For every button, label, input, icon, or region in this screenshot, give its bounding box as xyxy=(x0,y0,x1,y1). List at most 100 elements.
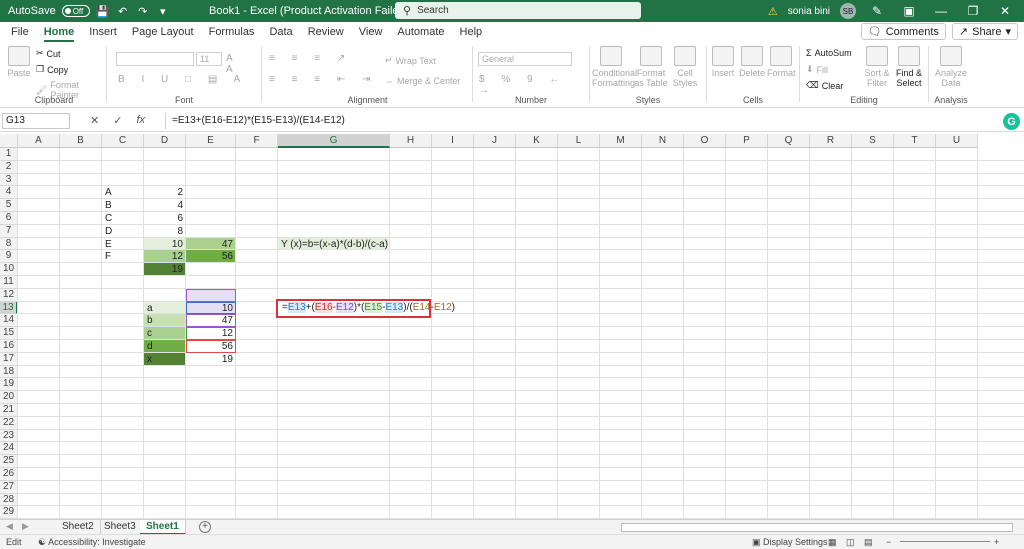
number-format-select[interactable]: General xyxy=(478,52,572,66)
row-header-2[interactable]: 2 xyxy=(0,160,18,174)
sort-filter-button[interactable]: Sort & Filter xyxy=(864,46,890,88)
cell-d14[interactable]: b xyxy=(144,314,186,327)
column-header-q[interactable]: Q xyxy=(768,134,810,148)
row-header-7[interactable]: 7 xyxy=(0,224,18,238)
clear-button[interactable]: ⌫ Clear xyxy=(806,80,843,91)
cell-d10[interactable]: 19 xyxy=(144,263,186,276)
row-header-22[interactable]: 22 xyxy=(0,416,18,430)
column-header-r[interactable]: R xyxy=(810,134,852,148)
column-header-t[interactable]: T xyxy=(894,134,936,148)
tab-review[interactable]: Review xyxy=(308,22,344,42)
cell-c9[interactable]: F xyxy=(102,250,144,263)
avatar[interactable]: SB xyxy=(840,3,856,19)
tab-automate[interactable]: Automate xyxy=(397,22,444,42)
select-all-corner[interactable] xyxy=(0,134,18,148)
accessibility-status[interactable]: ☯ Accessibility: Investigate xyxy=(38,537,146,548)
column-header-g[interactable]: G xyxy=(278,134,390,148)
column-header-p[interactable]: P xyxy=(726,134,768,148)
row-header-24[interactable]: 24 xyxy=(0,442,18,456)
row-header-9[interactable]: 9 xyxy=(0,250,18,264)
page-break-view-icon[interactable]: ▤ xyxy=(864,537,873,548)
align-left-icon[interactable]: ≡ ≡ ≡ ⇤ ⇥ xyxy=(269,74,377,85)
cell-e17[interactable]: 19 xyxy=(186,353,236,366)
font-size-select[interactable]: 11 xyxy=(196,52,222,66)
wrap-text-button[interactable]: ↵ Wrap Text xyxy=(385,55,436,66)
row-header-5[interactable]: 5 xyxy=(0,199,18,212)
column-header-o[interactable]: O xyxy=(684,134,726,148)
row-header-3[interactable]: 3 xyxy=(0,173,18,187)
currency-percent-icon[interactable]: $ % 9 ← → xyxy=(479,74,587,96)
row-header-18[interactable]: 18 xyxy=(0,365,18,379)
autosum-button[interactable]: Σ AutoSum xyxy=(806,48,852,58)
tab-formulas[interactable]: Formulas xyxy=(209,22,255,42)
cell-d4[interactable]: 2 xyxy=(144,186,186,199)
column-header-h[interactable]: H xyxy=(390,134,432,148)
tab-file[interactable]: File xyxy=(11,22,29,42)
row-header-1[interactable]: 1 xyxy=(0,148,18,161)
cell-styles-button[interactable]: Cell Styles xyxy=(670,46,700,88)
row-header-13[interactable]: 13 xyxy=(0,301,18,315)
fill-button[interactable]: ⬇ Fill xyxy=(806,64,828,75)
conditional-formatting-button[interactable]: Conditional Formatting xyxy=(592,46,637,88)
cell-c8[interactable]: E xyxy=(102,238,144,251)
row-header-17[interactable]: 17 xyxy=(0,352,18,366)
redo-icon[interactable]: ↷ xyxy=(136,4,150,18)
column-header-i[interactable]: I xyxy=(432,134,474,148)
column-header-u[interactable]: U xyxy=(936,134,978,148)
cell-d7[interactable]: 8 xyxy=(144,225,186,238)
ribbon-display-icon[interactable]: ▣ xyxy=(898,4,920,18)
prev-sheet-icon[interactable]: ◀ xyxy=(6,521,13,532)
tab-page-layout[interactable]: Page Layout xyxy=(132,22,194,42)
row-header-29[interactable]: 29 xyxy=(0,506,18,519)
cell-d6[interactable]: 6 xyxy=(144,212,186,225)
cell-g8[interactable]: Y (x)=b=(x-a)*(d-b)/(c-a) xyxy=(278,238,390,251)
cut-button[interactable]: ✂ Cut xyxy=(36,48,61,59)
enter-icon[interactable]: ✓ xyxy=(113,114,122,127)
insert-cells-button[interactable]: Insert xyxy=(709,46,737,78)
close-icon[interactable]: ✕ xyxy=(994,4,1016,18)
add-sheet-icon[interactable]: + xyxy=(199,521,211,533)
merge-center-button[interactable]: ⇔ Merge & Center xyxy=(385,76,461,86)
sheet-tab-sheet3[interactable]: Sheet3 xyxy=(98,520,143,535)
normal-view-icon[interactable]: ▦ xyxy=(828,537,837,548)
delete-cells-button[interactable]: Delete xyxy=(738,46,766,78)
row-header-15[interactable]: 15 xyxy=(0,327,18,340)
cell-d9[interactable]: 12 xyxy=(144,250,186,263)
column-header-k[interactable]: K xyxy=(516,134,558,148)
format-as-table-button[interactable]: Format as Table xyxy=(632,46,670,88)
comments-button[interactable]: 🗨 Comments xyxy=(860,23,946,40)
undo-icon[interactable]: ↶ xyxy=(116,4,130,18)
horizontal-scrollbar[interactable] xyxy=(621,523,1013,532)
customize-qat-icon[interactable]: ▾ xyxy=(156,4,170,18)
cell-d8[interactable]: 10 xyxy=(144,238,186,251)
warning-icon[interactable]: ⚠ xyxy=(768,5,778,18)
tab-view[interactable]: View xyxy=(359,22,383,42)
cell-d16[interactable]: d xyxy=(144,340,186,353)
cell-e9[interactable]: 56 xyxy=(186,250,236,263)
find-select-button[interactable]: Find & Select xyxy=(894,46,924,88)
row-header-4[interactable]: 4 xyxy=(0,186,18,200)
row-header-19[interactable]: 19 xyxy=(0,378,18,392)
tab-help[interactable]: Help xyxy=(460,22,483,42)
format-cells-button[interactable]: Format xyxy=(767,46,796,78)
grammarly-icon[interactable]: G xyxy=(1003,113,1020,130)
zoom-slider[interactable] xyxy=(900,541,990,542)
column-header-m[interactable]: M xyxy=(600,134,642,148)
column-header-c[interactable]: C xyxy=(102,134,144,148)
bold-italic-underline-icon[interactable]: B I U □ ▤ A xyxy=(118,74,247,85)
column-header-e[interactable]: E xyxy=(186,134,236,148)
zoom-in-icon[interactable]: + xyxy=(994,537,999,547)
cell-c6[interactable]: C xyxy=(102,212,144,225)
cell-c7[interactable]: D xyxy=(102,225,144,238)
restore-icon[interactable]: ❐ xyxy=(962,4,984,18)
autosave-toggle[interactable]: Off xyxy=(61,5,90,17)
paste-button[interactable]: Paste xyxy=(6,46,32,78)
cell-d5[interactable]: 4 xyxy=(144,199,186,212)
cell-d15[interactable]: c xyxy=(144,327,186,340)
tab-home[interactable]: Home xyxy=(43,22,74,42)
analyze-data-button[interactable]: Analyze Data xyxy=(933,46,969,88)
row-header-10[interactable]: 10 xyxy=(0,263,18,276)
cancel-icon[interactable]: ✕ xyxy=(90,114,99,127)
font-grow-icon[interactable]: A A xyxy=(226,53,258,75)
sheet-tab-sheet1[interactable]: Sheet1 xyxy=(140,520,186,535)
